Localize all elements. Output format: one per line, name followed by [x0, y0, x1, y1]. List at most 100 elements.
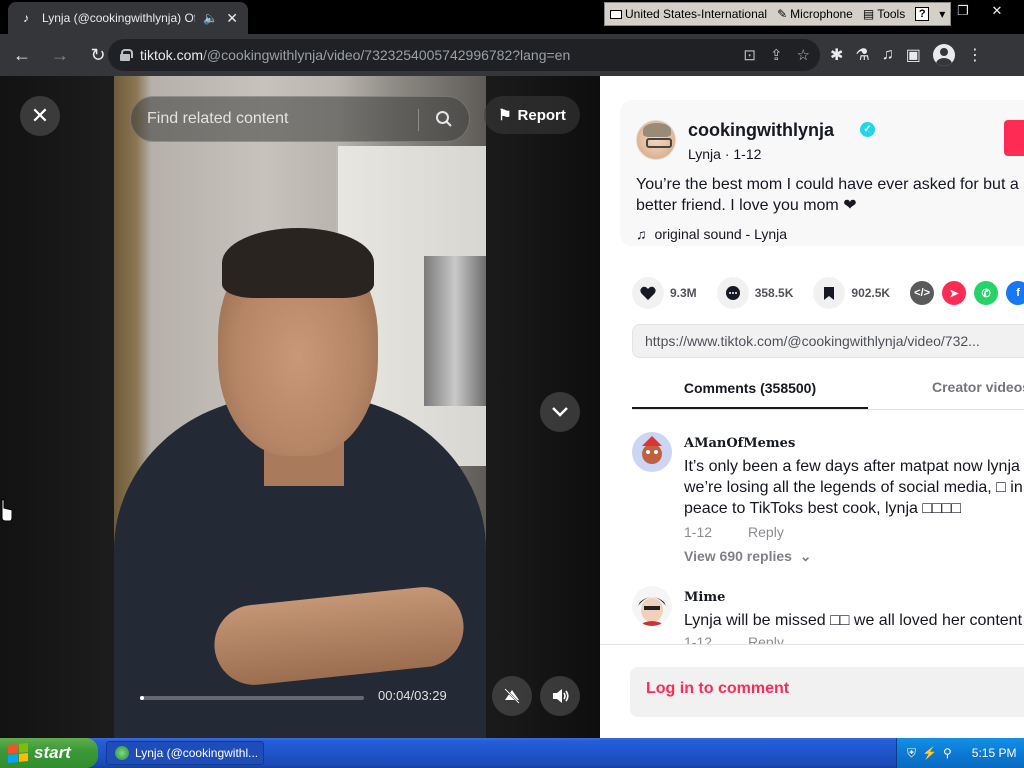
url-host: tiktok.com — [140, 47, 204, 63]
bookmark-star-icon[interactable]: ☆ — [797, 46, 810, 64]
media-control-icon[interactable]: ♫ — [882, 46, 894, 64]
lock-icon[interactable] — [120, 49, 133, 61]
taskbar-item-chrome[interactable]: Lynja (@cookingwithl... — [106, 741, 264, 765]
commenter-username[interactable]: AManOfMemes — [684, 436, 795, 451]
creator-avatar[interactable] — [636, 120, 676, 160]
start-button[interactable]: start — [0, 738, 98, 768]
security-shield-icon[interactable]: ⛨ — [907, 746, 916, 761]
comment-button[interactable]: 358.5K — [716, 277, 794, 309]
forward-arrow-icon[interactable]: → — [44, 39, 76, 71]
commenter-avatar[interactable] — [632, 432, 672, 472]
search-placeholder: Find related content — [147, 110, 289, 127]
video-progress-fill — [140, 696, 145, 700]
music-link[interactable]: ♫ original sound - Lynja — [636, 226, 787, 242]
comment-meta: 1-12 Reply — [684, 524, 784, 540]
facebook-icon[interactable]: f — [1006, 281, 1024, 305]
close-icon: ✕ — [30, 103, 50, 128]
commenter-username[interactable]: Mime — [684, 590, 725, 605]
search-divider — [418, 109, 419, 131]
bookmark-icon — [813, 277, 846, 309]
start-label: start — [34, 743, 71, 762]
view-replies-label: View 690 replies — [684, 548, 792, 564]
report-button[interactable]: ⚑ Report — [484, 96, 580, 134]
tab-creator-videos[interactable]: Creator videos — [932, 372, 1024, 402]
comment-item: Mime Lynja will be missed □□ we all love… — [632, 586, 1024, 650]
install-app-icon[interactable]: ⊡ — [743, 46, 756, 64]
search-icon[interactable]: ⚲ — [943, 746, 952, 760]
volume-button[interactable] — [540, 676, 580, 716]
volume-icon — [553, 689, 569, 703]
like-button[interactable]: 9.3M — [632, 277, 697, 309]
labs-flask-icon[interactable]: ⚗ — [855, 45, 869, 65]
help-icon: ? — [915, 7, 930, 21]
close-video-button[interactable]: ✕ — [20, 96, 60, 136]
save-button[interactable]: 902.5K — [813, 277, 890, 309]
commenter-avatar[interactable] — [632, 586, 672, 626]
microphone-icon: ✎ — [777, 7, 788, 21]
video-frame[interactable] — [114, 76, 486, 738]
browser-toolbar: ← → ↻ tiktok.com/@cookingwithlynja/video… — [0, 34, 1024, 76]
floating-player-icon — [504, 688, 520, 704]
language-microphone[interactable]: ✎ Microphone — [772, 7, 858, 21]
clock: 5:15 PM — [971, 746, 1017, 760]
tiktok-favicon-icon: ♪ — [23, 11, 29, 25]
url-path: /@cookingwithlynja/video/732325400574299… — [203, 47, 571, 63]
video-time: 00:04/03:29 — [378, 688, 447, 703]
comment-bubble-icon — [716, 277, 749, 309]
audio-playing-icon[interactable]: 🔈 — [203, 11, 218, 25]
send-to-friends-icon[interactable]: ➤ — [942, 281, 967, 305]
browser-tab[interactable]: ♪ Lynja (@cookingwithlynja) Offi 🔈 ✕ — [8, 2, 248, 34]
keyboard-icon — [610, 9, 622, 19]
profile-avatar-icon[interactable] — [932, 44, 955, 66]
network-icon[interactable]: ⚡ — [922, 746, 937, 760]
restore-window-icon[interactable]: ❐ — [948, 0, 978, 22]
embed-code-icon[interactable]: </> — [910, 281, 935, 305]
language-keyboard[interactable]: United States-International — [605, 7, 772, 21]
kebab-menu-icon[interactable]: ⋮ — [967, 45, 983, 65]
microphone-label: Microphone — [790, 7, 853, 21]
taskbar-item-label: Lynja (@cookingwithl... — [135, 746, 259, 760]
search-icon[interactable] — [435, 110, 453, 128]
post-caption-line2: better friend. I love you mom ❤ — [636, 197, 857, 214]
video-progress-bar[interactable] — [140, 696, 364, 700]
extensions-icon[interactable]: ✱ — [830, 45, 843, 65]
flag-icon: ⚑ — [498, 107, 512, 124]
related-search-input[interactable]: Find related content — [130, 96, 470, 142]
creator-username[interactable]: cookingwithlynja — [688, 120, 834, 141]
address-bar[interactable]: tiktok.com/@cookingwithlynja/video/73232… — [108, 39, 820, 71]
comment-count: 358.5K — [754, 286, 794, 300]
music-note-icon: ♫ — [636, 226, 647, 242]
chrome-app-icon — [115, 746, 129, 760]
chevron-down-icon: ▾ — [939, 7, 946, 21]
follow-button[interactable] — [1004, 120, 1024, 156]
share-link-field[interactable]: https://www.tiktok.com/@cookingwithlynja… — [632, 324, 1024, 358]
comment-item: AManOfMemes It’s only been a few days af… — [632, 432, 1024, 568]
side-panel-icon[interactable]: ▣ — [906, 45, 921, 65]
action-bar: 9.3M 358.5K 902.5K </> ➤ ✆ f — [632, 276, 1024, 310]
system-tray: ⛨ ⚡ ⚲ 5:15 PM — [896, 738, 1024, 768]
share-page-icon[interactable]: ⇪ — [770, 46, 783, 64]
tools-icon: ▤ — [862, 7, 875, 21]
language-help[interactable]: ? — [910, 7, 934, 21]
back-arrow-icon[interactable]: ← — [6, 39, 38, 71]
verified-badge-icon: ✓ — [860, 122, 875, 137]
close-window-icon[interactable]: ✕ — [982, 0, 1012, 22]
login-bar: Log in to comment — [600, 644, 1024, 738]
floating-player-button[interactable] — [492, 676, 532, 716]
login-to-comment-button[interactable]: Log in to comment — [630, 667, 1024, 717]
heart-icon — [632, 277, 664, 309]
post-caption: You’re the best mom I could have ever as… — [636, 174, 1024, 216]
language-tools[interactable]: ▤ Tools — [858, 7, 910, 21]
whatsapp-icon[interactable]: ✆ — [974, 281, 999, 305]
windows-logo-icon — [8, 742, 28, 764]
report-label: Report — [517, 106, 566, 124]
chevron-down-icon: ⌄ — [795, 548, 812, 564]
comment-date: 1-12 — [684, 524, 713, 540]
tab-comments[interactable]: Comments (358500) — [632, 372, 868, 409]
view-replies-button[interactable]: View 690 replies ⌄ — [684, 548, 811, 565]
creator-nickname-date: Lynja · 1-12 — [688, 146, 762, 162]
reply-button[interactable]: Reply — [748, 524, 784, 540]
next-video-button[interactable] — [540, 392, 580, 432]
close-tab-icon[interactable]: ✕ — [226, 10, 238, 27]
comments-tabs: Comments (358500) Creator videos — [632, 372, 1024, 410]
